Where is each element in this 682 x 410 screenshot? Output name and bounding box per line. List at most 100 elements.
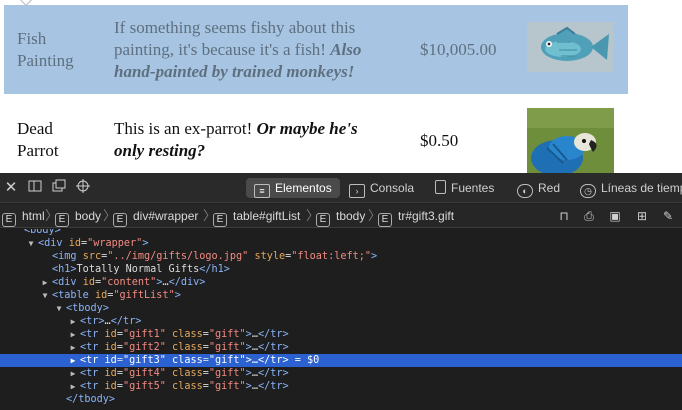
disclosure-closed-icon[interactable]: ▶ [40,276,50,289]
tag-name: </tr> [257,381,289,392]
tag-name: </tr> [257,368,289,379]
tab-fuentes[interactable]: Fuentes [435,178,494,198]
disclosure-closed-icon[interactable]: ▶ [68,341,78,354]
attr-name: id [68,238,81,249]
pencil-icon[interactable]: ✎ [660,208,676,224]
tab-red[interactable]: ◐ Red [517,178,560,198]
tag-name: <body> [24,229,61,236]
dom-node[interactable]: ▶ <tr id="gift1" class="gift">…</tr> [0,328,682,341]
attr-name: id [104,355,117,366]
tag-name: <tr [80,329,99,340]
grid-icon[interactable]: ⊞ [634,208,650,224]
dom-node-markup: <tr id="gift1" class="gift">…</tr> [80,329,289,340]
gift-price: $10,005.00 [420,40,497,59]
breadcrumb: Ehtml 〉 Ebody 〉 Ediv#wrapper 〉 Etable#gi… [0,204,682,228]
timelines-icon: ◷ [580,184,596,198]
attr-value: "gift" [208,355,246,366]
disclosure-closed-icon[interactable]: ▶ [68,367,78,380]
dom-node-markup: <tr id="gift5" class="gift">…</tr> [80,381,289,392]
gift-price: $0.50 [420,131,459,150]
breadcrumb-item[interactable]: Ebody [55,204,101,228]
attr-name: style [254,251,286,262]
tab-lineas-de-tiempo[interactable]: ◷ Líneas de tiemp [580,178,682,198]
undock-icon[interactable] [51,179,67,197]
tag-name: <tbody [66,303,103,314]
tag-name: </tr> [257,355,289,366]
dom-node[interactable]: <h1>Totally Normal Gifts</h1> [0,263,682,276]
dom-node[interactable]: ▶ <div id="content">…</div> [0,276,682,289]
node-text: Totally Normal Gifts [76,264,200,275]
dom-node-markup: <tr>…</tr> [80,316,142,327]
attr-name: id [104,342,117,353]
dom-node[interactable]: ▼ <table id="giftList"> [0,289,682,302]
dom-node[interactable]: </tbody> [0,393,682,406]
attr-value: "gift1" [122,329,166,340]
dom-node-markup: <tbody> [66,303,109,314]
tag-name: <tr [80,381,99,392]
disclosure-closed-icon[interactable]: ▶ [68,315,78,328]
dom-node-markup: </tbody> [66,393,115,406]
attr-value: "giftList" [113,290,175,301]
dock-side-icon[interactable] [27,179,43,197]
attr-value: "wrapper" [87,238,143,249]
layout-icon[interactable]: ⊓ [556,208,572,224]
dom-node[interactable]: ▼ <tbody> [0,302,682,315]
attr-name: id [104,381,117,392]
breadcrumb-item[interactable]: Ediv#wrapper [113,204,198,228]
attr-name: class [172,329,203,340]
dom-node[interactable]: ▶ <tr id="gift4" class="gift">…</tr> [0,367,682,380]
disclosure-open-icon[interactable]: ▼ [54,302,64,315]
disclosure-open-icon[interactable]: ▼ [40,289,50,302]
dom-node-selected[interactable]: ▶ <tr id="gift3" class="gift">…</tr> = $0 [0,354,682,367]
dom-node[interactable]: ▼ <div id="wrapper"> [0,237,682,250]
attr-value: "gift2" [122,342,166,353]
element-picker-icon[interactable] [75,179,91,197]
tab-elementos[interactable]: ≡ Elementos [246,178,340,198]
dom-tree[interactable]: <body> ▼ <div id="wrapper"> <img src="../im… [0,229,682,410]
breadcrumb-item[interactable]: Ehtml [2,204,45,228]
disclosure-closed-icon[interactable]: ▶ [68,354,78,367]
dom-node[interactable]: ▶ <tr id="gift5" class="gift">…</tr> [0,380,682,393]
attr-value: "gift" [208,342,246,353]
dom-node[interactable]: <body> [0,229,682,237]
breadcrumb-item-current[interactable]: Etr#gift3.gift [378,204,454,228]
tag-name: </tbody> [66,394,116,405]
attr-name: class [172,368,203,379]
table-row-fish-painting[interactable]: Fish Painting If something seems fishy ab… [4,5,628,94]
dom-node-markup: <body> [24,229,61,237]
gift-name: Dead Parrot [17,119,59,160]
page-viewport: Fish Painting If something seems fishy ab… [0,0,682,173]
table-row-dead-parrot[interactable]: Dead Parrot This is an ex-parrot! Or mayb… [4,108,628,173]
screen-icon[interactable]: ▣ [607,208,623,224]
tab-consola[interactable]: › Consola [349,178,414,198]
dom-node-markup: <table id="giftList"> [52,290,181,301]
tag-name: <div [52,277,77,288]
disclosure-open-icon[interactable]: ▼ [26,237,36,250]
attr-value: "gift" [208,381,246,392]
attr-value: "gift4" [122,368,166,379]
dom-node[interactable]: ▶ <tr>…</tr> [0,315,682,328]
fish-painting-image [527,22,614,72]
disclosure-closed-icon[interactable]: ▶ [68,328,78,341]
tag-name: <tr [80,355,99,366]
attr-value: "content" [101,277,157,288]
dom-node-markup: <tr id="gift3" class="gift">…</tr> = $0 [80,355,320,366]
close-icon[interactable]: ✕ [4,179,18,197]
dom-node[interactable]: ▶ <tr id="gift2" class="gift">…</tr> [0,341,682,354]
attr-name: id [94,290,108,301]
attr-value: "../img/gifts/logo.jpg" [107,251,249,262]
breadcrumb-item[interactable]: Etable#giftList [213,204,300,228]
print-icon[interactable]: ⎙ [581,208,597,224]
breadcrumb-item[interactable]: Etbody [316,204,365,228]
dom-node[interactable]: <img src="../img/gifts/logo.jpg" style="… [0,250,682,263]
network-icon: ◐ [517,184,533,198]
dom-node-markup: <div id="content">…</div> [52,277,206,288]
console-icon: › [349,184,365,198]
gift-description: This is an ex-parrot! Or maybe he's only… [114,119,358,160]
attr-name: class [172,381,203,392]
elements-icon: ≡ [254,184,270,198]
tag-name: <tr [80,368,99,379]
disclosure-closed-icon[interactable]: ▶ [68,380,78,393]
attr-value: "gift" [208,329,246,340]
tag-name: <div [38,238,63,249]
